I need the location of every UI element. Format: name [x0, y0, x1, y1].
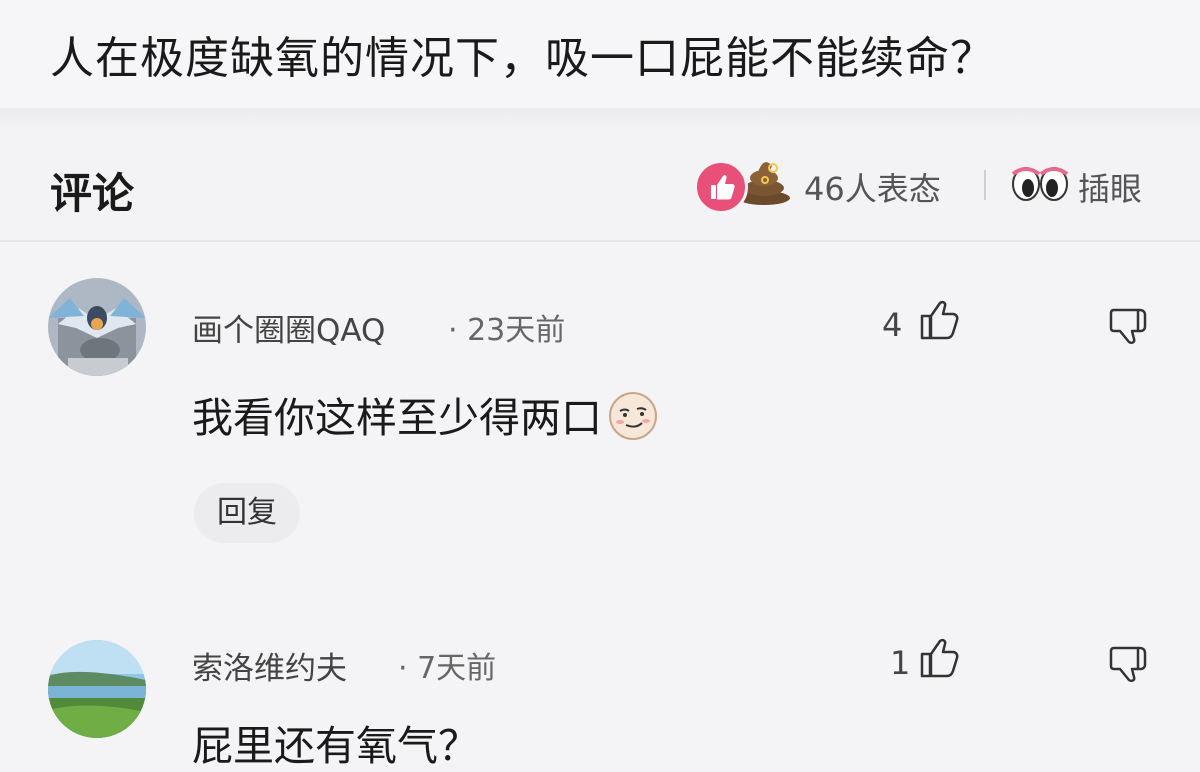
thumb-up-icon[interactable]	[918, 298, 962, 342]
like-count: 4	[882, 306, 903, 344]
thumb-down-icon[interactable]	[1108, 642, 1152, 686]
avatar[interactable]	[48, 640, 146, 738]
eyes-label[interactable]: 插眼	[1078, 164, 1142, 210]
eyes-icon[interactable]	[1010, 160, 1070, 204]
thumbs-up-reaction-icon[interactable]	[694, 160, 748, 214]
comment-time: · 23天前	[448, 313, 566, 348]
comments-title: 评论	[50, 169, 135, 218]
avatar[interactable]	[48, 278, 146, 376]
header-divider	[0, 240, 1200, 242]
comment-time: · 7天前	[398, 651, 497, 686]
smirk-face-icon	[608, 391, 658, 451]
like-count: 1	[890, 644, 911, 682]
question-bar: 人在极度缺氧的情况下，吸一口屁能不能续命？	[0, 0, 1200, 108]
comment-text-content: 我看你这样至少得两口	[192, 394, 602, 442]
thumb-up-icon[interactable]	[918, 636, 962, 680]
reply-button[interactable]: 回复	[194, 483, 300, 543]
thumb-down-icon[interactable]	[1108, 304, 1152, 348]
reaction-divider	[984, 170, 986, 200]
comment-text: 屁里还有氧气？	[192, 722, 479, 770]
reaction-count[interactable]: 46人表态	[804, 164, 941, 210]
comment-text: 我看你这样至少得两口	[192, 384, 658, 451]
comment-username[interactable]: 索洛维约夫	[192, 643, 347, 688]
question-title: 人在极度缺氧的情况下，吸一口屁能不能续命？	[50, 33, 995, 84]
divider-band	[0, 108, 1200, 130]
comment-username[interactable]: 画个圈圈QAQ	[192, 305, 385, 350]
